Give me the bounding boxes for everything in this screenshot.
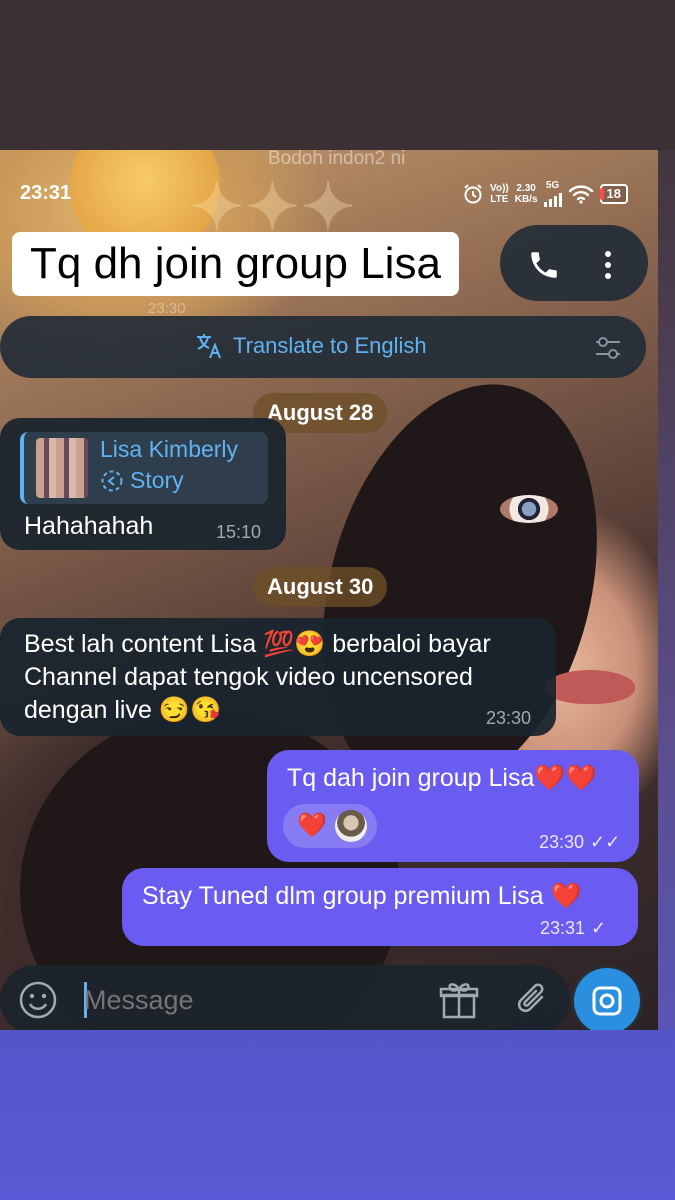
wifi-icon <box>568 184 593 204</box>
single-check-icon: ✓ <box>591 918 607 938</box>
incoming-message[interactable]: Best lah content Lisa 💯😍 berbaloi bayar … <box>0 618 556 736</box>
double-check-icon: ✓✓ <box>590 832 621 852</box>
attach-icon[interactable] <box>512 979 554 1021</box>
story-thumbnail <box>36 438 88 498</box>
translate-settings-icon[interactable] <box>592 332 624 364</box>
message-time: 23:30 <box>486 708 532 728</box>
translate-label: Translate to English <box>233 333 427 358</box>
chat-screen: ✦✦✦ Bodoh indon2 ni 23:30 23:31 Vo)) LTE … <box>0 150 658 1030</box>
message-time: 23:30 ✓✓ <box>539 832 621 852</box>
camera-button[interactable] <box>574 968 640 1030</box>
camera-icon <box>592 986 622 1016</box>
message-composer <box>0 965 570 1030</box>
status-icons: Vo)) LTE 2.30 KB/s 5G 18 <box>462 180 628 207</box>
chat-title: Tq dh join group Lisa <box>12 232 459 296</box>
status-bar: 23:31 Vo)) LTE 2.30 KB/s 5G 18 <box>0 178 658 212</box>
message-text: Best lah content Lisa 💯😍 berbaloi bayar … <box>24 630 491 724</box>
lips-decoration <box>545 670 635 704</box>
call-button[interactable] <box>524 245 564 285</box>
date-separator: August 30 <box>253 567 388 607</box>
outgoing-message[interactable]: Stay Tuned dlm group premium Lisa ❤️ 23:… <box>122 868 638 946</box>
reactor-avatar <box>334 810 367 842</box>
message-input[interactable] <box>84 982 384 1018</box>
outgoing-message[interactable]: Tq dah join group Lisa❤️❤️ ❤️ 23:30 ✓✓ <box>267 750 639 862</box>
signal-indicator: 5G <box>543 180 562 207</box>
message-time: 23:31 ✓ <box>540 918 607 938</box>
emoji-icon[interactable] <box>18 980 58 1020</box>
translate-icon <box>197 334 221 359</box>
message-text: Tq dah join group Lisa❤️❤️ <box>287 764 597 792</box>
battery-indicator: 18 <box>599 183 628 204</box>
story-reply-preview[interactable]: Lisa Kimberly Story <box>20 432 268 504</box>
watermark-time-text: 23:30 <box>148 300 186 317</box>
message-time: 15:10 <box>216 522 262 542</box>
message-reactions[interactable]: ❤️ <box>283 804 377 848</box>
translate-bar[interactable]: Translate to English <box>0 316 646 378</box>
translate-button[interactable]: Translate to English <box>195 332 427 360</box>
more-options-button[interactable] <box>588 245 628 285</box>
story-reply-icon <box>101 470 123 491</box>
message-text: Stay Tuned dlm group premium Lisa ❤️ <box>142 882 582 910</box>
header-actions <box>500 225 648 301</box>
incoming-message[interactable]: Lisa Kimberly Story Hahahahah 15:10 <box>0 418 286 550</box>
reply-story-label: Story <box>100 467 184 494</box>
message-text: Hahahahah <box>24 512 154 540</box>
phone-icon <box>531 252 557 278</box>
bottom-background-band <box>0 1030 675 1200</box>
top-background-band <box>0 0 675 150</box>
heart-reaction-icon: ❤️ <box>297 812 327 839</box>
reply-sender-name: Lisa Kimberly <box>100 436 239 462</box>
status-time: 23:31 <box>20 182 72 204</box>
volte-indicator: Vo)) LTE <box>490 182 509 205</box>
alarm-icon <box>464 183 482 203</box>
gift-icon[interactable] <box>438 979 480 1021</box>
eye-decoration <box>500 495 558 523</box>
more-vertical-icon <box>605 251 611 279</box>
watermark-header-text: Bodoh indon2 ni <box>268 150 406 169</box>
network-speed: 2.30 KB/s <box>514 182 538 205</box>
signal-bars-icon <box>543 191 562 207</box>
